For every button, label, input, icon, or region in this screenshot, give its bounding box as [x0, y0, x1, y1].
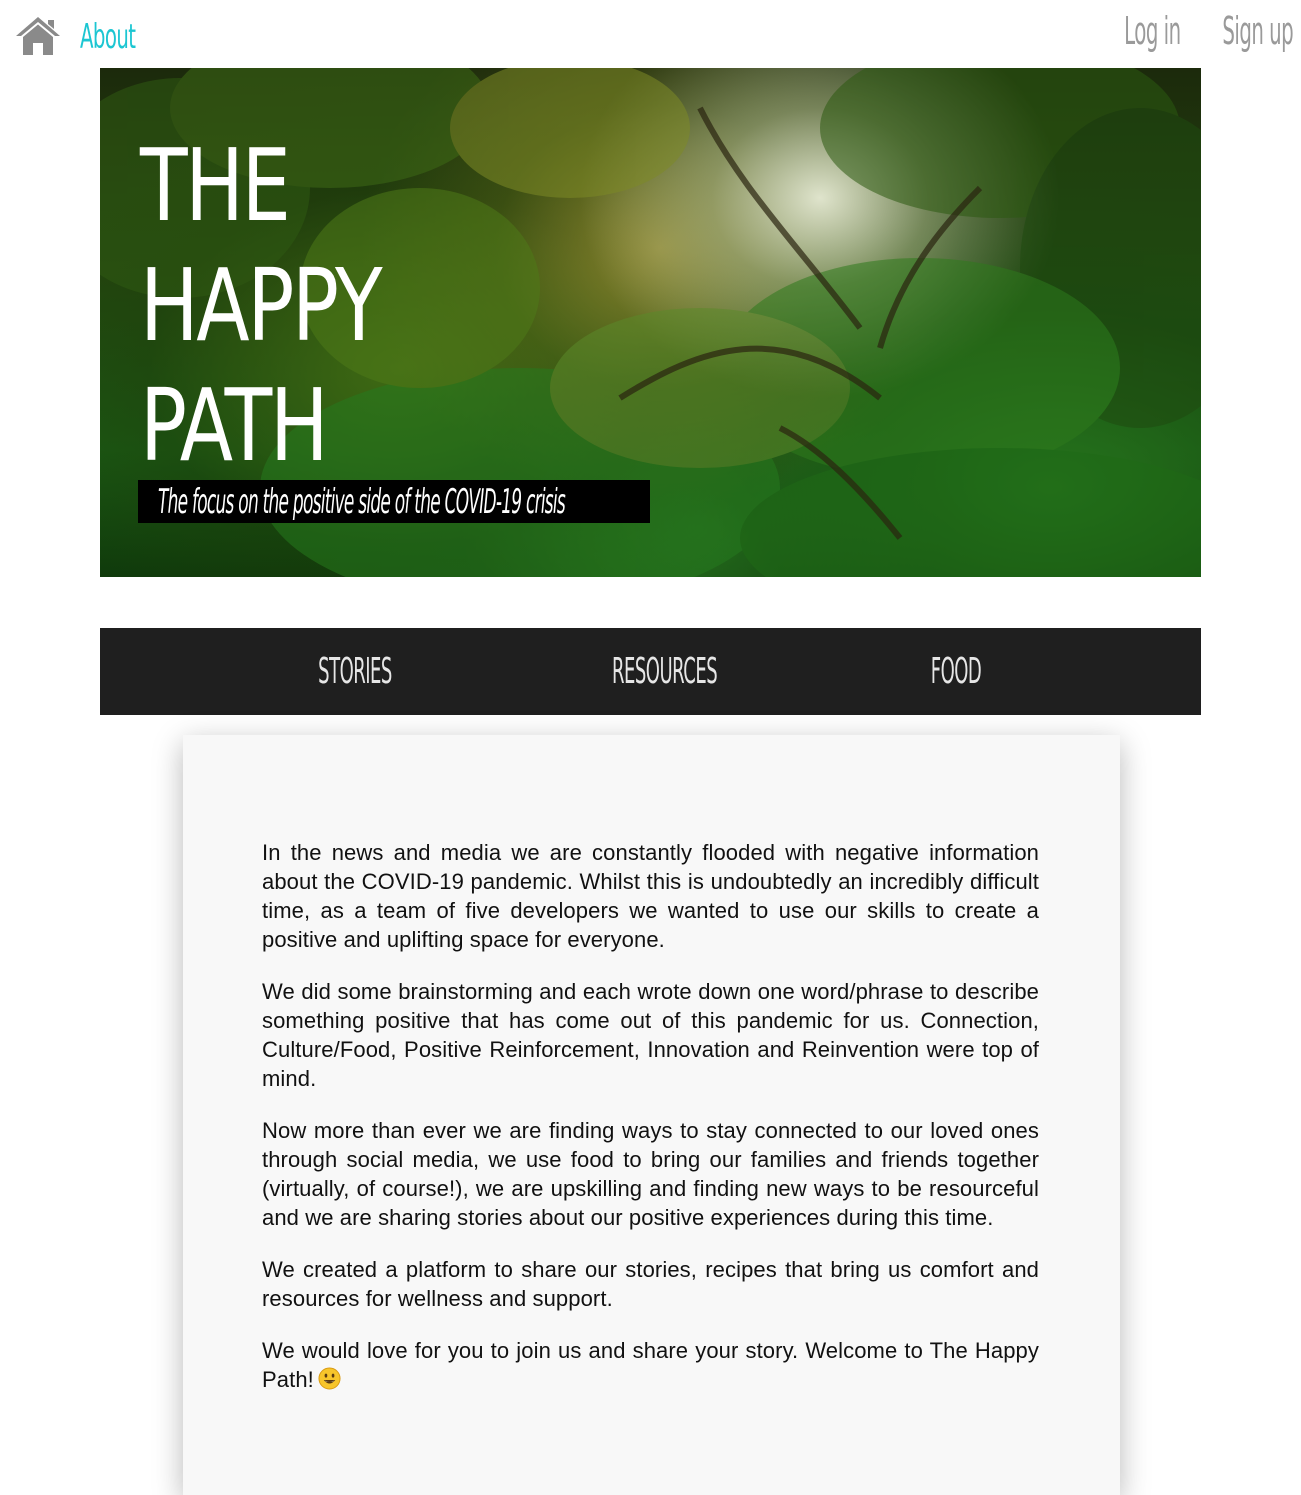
tagline-banner: The focus on the positive side of the CO…	[138, 480, 650, 523]
about-link[interactable]: About	[80, 14, 136, 60]
about-paragraph: We created a platform to share our stori…	[262, 1257, 1039, 1311]
signup-link[interactable]: Sign up	[1222, 6, 1293, 56]
site-title-line: PATH	[140, 367, 329, 484]
home-link[interactable]	[14, 14, 62, 58]
smiley-face-icon	[318, 1367, 341, 1390]
tagline: The focus on the positive side of the CO…	[158, 482, 566, 522]
about-paragraph: We did some brainstorming and each wrote…	[262, 979, 1039, 1091]
nav-food[interactable]: FOOD	[906, 648, 1006, 696]
about-paragraph: Now more than ever we are finding ways t…	[262, 1118, 1039, 1230]
nav-stories[interactable]: STORIES	[305, 648, 405, 696]
about-paragraph-closing-text: We would love for you to join us and sha…	[262, 1338, 1039, 1392]
hero-banner: THE HAPPY PATH The focus on the positive…	[100, 68, 1201, 577]
nav-resources[interactable]: RESOURCES	[612, 648, 718, 696]
site-title-line: HAPPY	[140, 247, 383, 364]
top-navigation: About Log in Sign up	[0, 0, 1301, 68]
about-text: In the news and media we are constantly …	[262, 838, 1039, 1417]
about-card: In the news and media we are constantly …	[183, 735, 1120, 1495]
site-title-line: THE	[140, 127, 291, 244]
login-link[interactable]: Log in	[1125, 6, 1182, 56]
section-navbar: STORIES RESOURCES FOOD	[100, 628, 1201, 715]
about-paragraph: In the news and media we are constantly …	[262, 840, 1039, 952]
home-icon	[16, 17, 60, 55]
about-paragraph-closing: We would love for you to join us and sha…	[262, 1336, 1039, 1394]
site-title: THE HAPPY PATH	[140, 126, 383, 486]
